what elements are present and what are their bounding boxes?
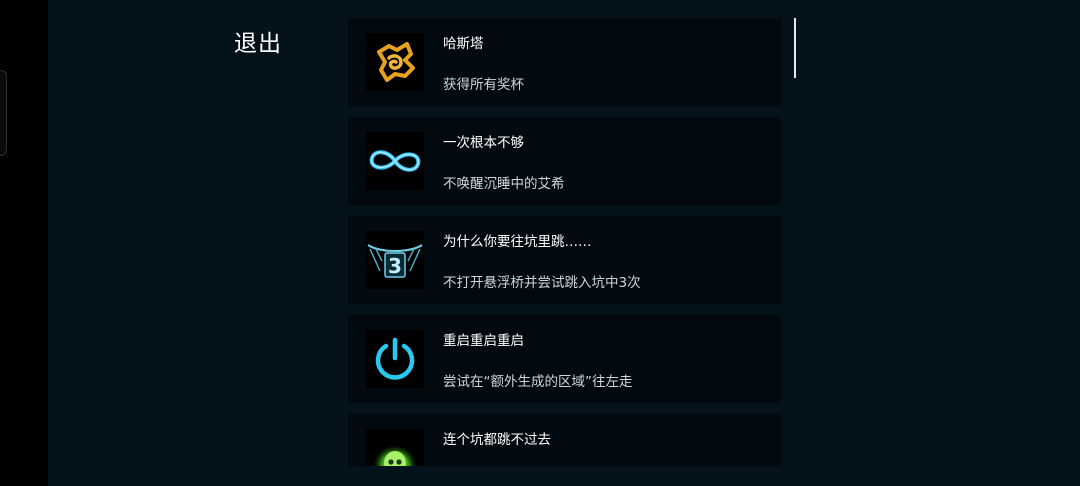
achievement-card-why-jump[interactable]: 3 为什么你要往坑里跳…… 不打开悬浮桥并尝试跳入坑中3次 <box>348 216 781 304</box>
achievement-description: 不打开悬浮桥并尝试跳入坑中3次 <box>443 275 641 291</box>
green-skull-icon <box>366 429 424 466</box>
power-icon <box>366 330 424 388</box>
infinity-icon <box>366 132 424 190</box>
bridge-count-text: 3 <box>388 254 402 278</box>
side-panel-handle[interactable] <box>0 70 7 156</box>
achievement-card-restart[interactable]: 重启重启重启 尝试在“额外生成的区域”往左走 <box>348 315 781 403</box>
achievement-card-cant-jump[interactable]: 连个坑都跳不过去 <box>348 414 781 466</box>
achievement-card-hastur[interactable]: 哈斯塔 获得所有奖杯 <box>348 18 781 106</box>
list-scrollbar[interactable] <box>794 18 796 78</box>
achievement-title: 连个坑都跳不过去 <box>443 432 551 448</box>
hastur-sigil-icon <box>366 33 424 91</box>
achievement-description: 尝试在“额外生成的区域”往左走 <box>443 374 633 390</box>
achievement-description: 获得所有奖杯 <box>443 77 524 93</box>
achievement-title: 为什么你要往坑里跳…… <box>443 234 592 250</box>
screen: 退出 哈斯塔 获得所有奖杯 一次根本不够 不唤醒沉睡中的艾希 3 为什么你要往坑… <box>0 0 1080 486</box>
achievement-title: 重启重启重启 <box>443 333 524 349</box>
exit-button[interactable]: 退出 <box>234 24 282 58</box>
achievement-title: 哈斯塔 <box>443 36 484 52</box>
achievement-title: 一次根本不够 <box>443 135 524 151</box>
achievement-description: 不唤醒沉睡中的艾希 <box>443 176 565 192</box>
bridge-three-icon: 3 <box>366 231 424 289</box>
achievement-card-not-enough[interactable]: 一次根本不够 不唤醒沉睡中的艾希 <box>348 117 781 205</box>
achievement-list[interactable]: 哈斯塔 获得所有奖杯 一次根本不够 不唤醒沉睡中的艾希 3 为什么你要往坑里跳…… <box>348 18 781 466</box>
